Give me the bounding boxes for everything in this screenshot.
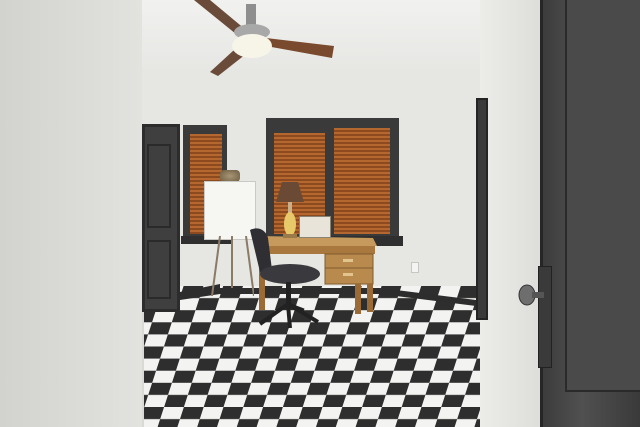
- ceiling-fan-icon: [194, 0, 334, 76]
- closet-door-panel: [147, 144, 171, 228]
- door-latch-plate: [538, 266, 552, 368]
- door-handle-icon[interactable]: [518, 284, 544, 306]
- closet-door-panel: [147, 240, 171, 299]
- right-wall: [480, 0, 545, 427]
- left-wall: [0, 0, 142, 427]
- office-chair-icon: [250, 228, 320, 329]
- door-panel: [565, 0, 640, 392]
- room-photo: [0, 0, 640, 427]
- wall-outlet: [411, 262, 419, 273]
- bamboo-blind: [334, 128, 390, 234]
- side-doorway[interactable]: [476, 98, 488, 320]
